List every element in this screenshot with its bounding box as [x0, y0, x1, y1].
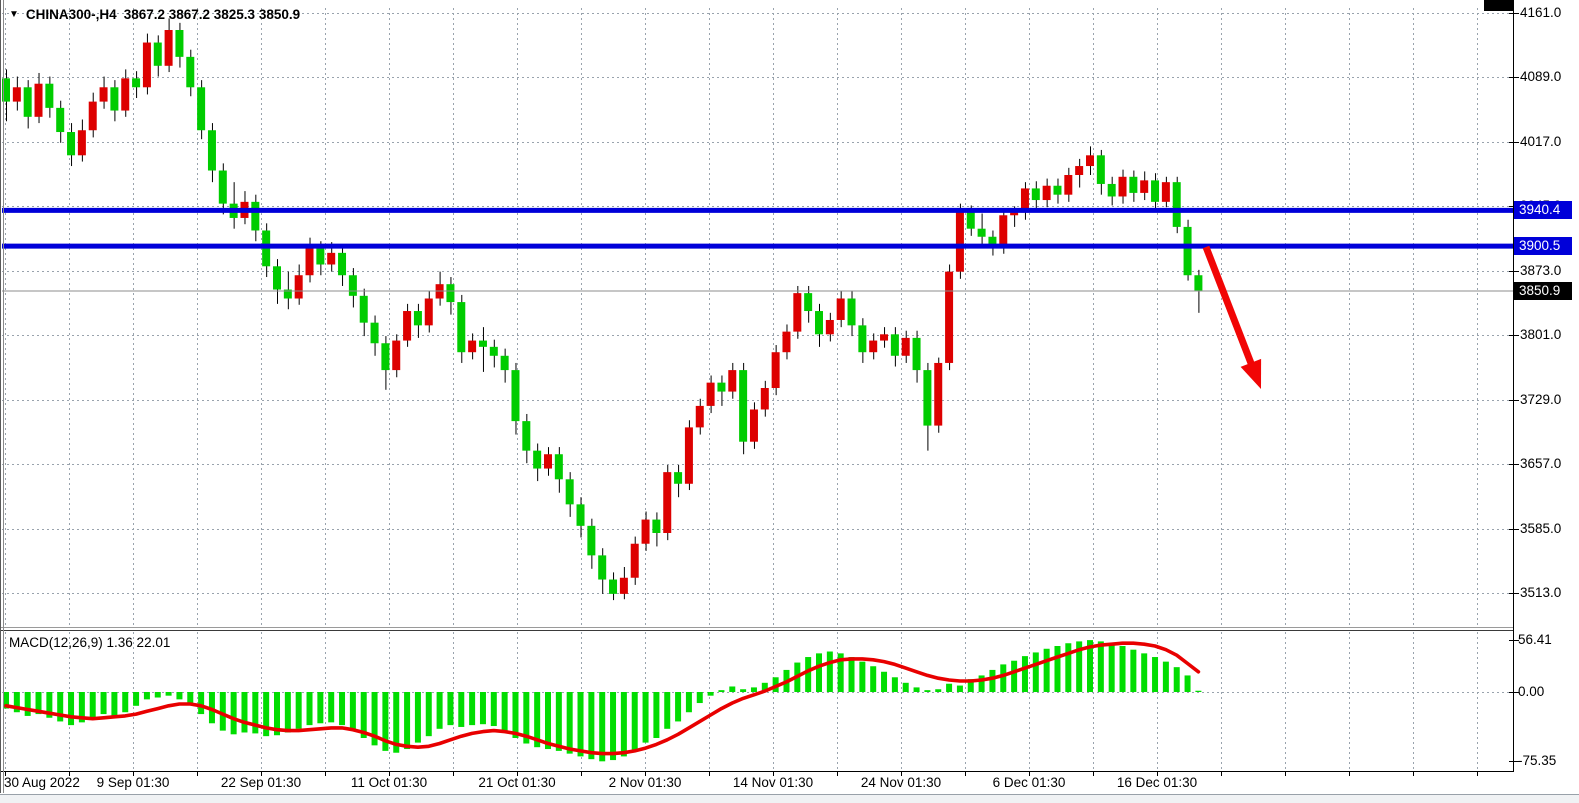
- quote-ohlc-values: 3867.2 3867.2 3825.3 3850.9: [124, 7, 300, 22]
- time-axis-label: 30 Aug 2022: [4, 775, 80, 791]
- price-axis-label: 3585.0: [1520, 521, 1561, 537]
- price-axis-label: 3729.0: [1520, 392, 1561, 408]
- time-axis-label: 14 Nov 01:30: [733, 775, 813, 791]
- price-axis-label: 4161.0: [1520, 5, 1561, 21]
- time-axis-label: 6 Dec 01:30: [993, 775, 1066, 791]
- grid-lines: [2, 8, 1513, 770]
- level-price-badge: 3900.5: [1514, 237, 1572, 255]
- price-axis-label: 4089.0: [1520, 69, 1561, 85]
- corner-marker: [1484, 0, 1513, 11]
- price-axis-label: 3513.0: [1520, 585, 1561, 601]
- macd-histogram: [3, 640, 1201, 761]
- macd-indicator-label: MACD(12,26,9) 1.36 22.01: [9, 635, 170, 650]
- candlestick-series: [2, 18, 1202, 600]
- macd-axis-label: 56.41: [1518, 632, 1552, 648]
- trading-chart-window: { "window": { "dropdown_icon": "▼", "sym…: [0, 0, 1579, 803]
- macd-axis-label: 0.00: [1518, 684, 1544, 700]
- time-axis-label: 11 Oct 01:30: [351, 775, 427, 791]
- time-axis-label: 24 Nov 01:30: [861, 775, 941, 791]
- time-axis-label: 21 Oct 01:30: [478, 775, 555, 791]
- chart-canvas[interactable]: [0, 0, 1579, 803]
- current-price-badge: 3850.9: [1514, 282, 1572, 300]
- level-price-badge: 3940.4: [1514, 201, 1572, 219]
- bottom-strip: [0, 795, 1579, 803]
- time-axis-label: 9 Sep 01:30: [97, 775, 170, 791]
- trend-arrow-shaft[interactable]: [1206, 247, 1254, 370]
- macd-axis-label: -75.35: [1518, 753, 1556, 769]
- symbol-dropdown-icon[interactable]: ▼: [9, 10, 19, 20]
- price-axis-label: 3873.0: [1520, 263, 1561, 279]
- price-axis-label: 4017.0: [1520, 134, 1561, 150]
- price-axis-label: 3657.0: [1520, 456, 1561, 472]
- trend-arrow-head[interactable]: [1241, 359, 1262, 389]
- chart-title: ▼ CHINA300-,H4 3867.2 3867.2 3825.3 3850…: [9, 7, 300, 22]
- time-axis-label: 16 Dec 01:30: [1117, 775, 1197, 791]
- price-axis-label: 3801.0: [1520, 327, 1561, 343]
- symbol-timeframe-label: CHINA300-,H4: [26, 7, 117, 22]
- time-axis-label: 22 Sep 01:30: [221, 775, 301, 791]
- time-axis-label: 2 Nov 01:30: [609, 775, 682, 791]
